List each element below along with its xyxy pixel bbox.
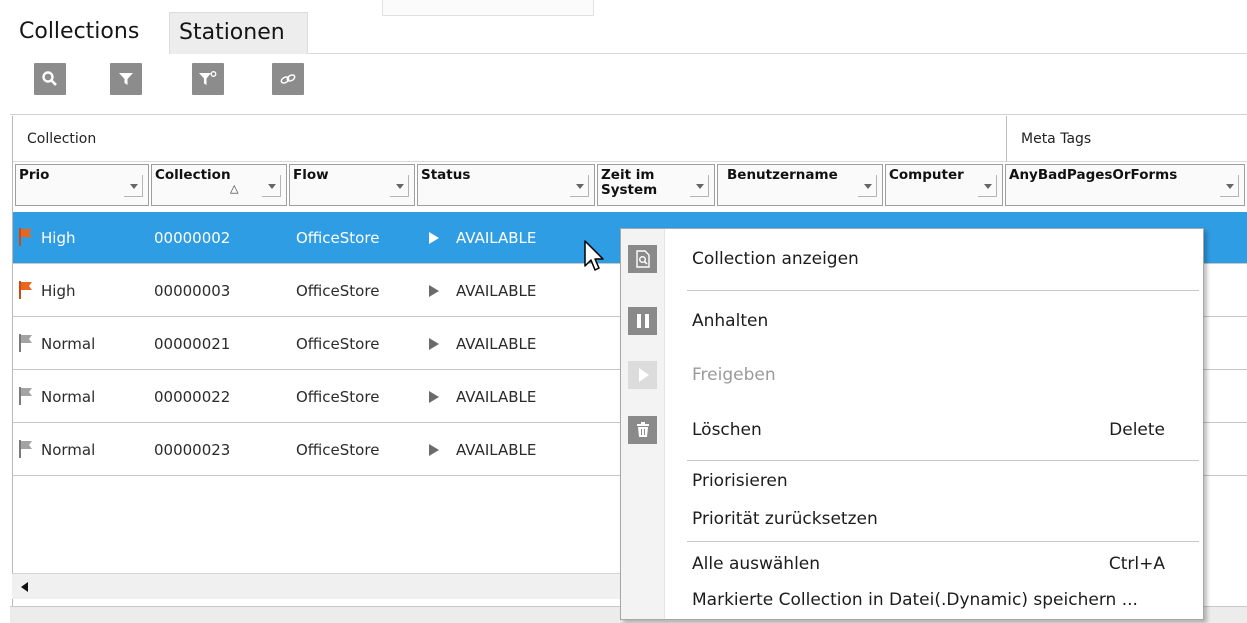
menu-item-shortcut: Ctrl+A [1108, 554, 1165, 574]
column-header-label: Status [421, 167, 471, 183]
pause-icon [628, 307, 657, 335]
tab-collections[interactable]: Collections [10, 12, 169, 54]
column-filter-dropdown[interactable] [858, 175, 877, 197]
cell-prio: High [41, 229, 76, 247]
link-button[interactable] [272, 63, 304, 95]
cell-status: AVAILABLE [456, 388, 537, 406]
cell-status: AVAILABLE [456, 282, 537, 300]
column-header-zeit-im-system[interactable]: Zeit im System [597, 164, 715, 206]
menu-item-alle-auswaehlen[interactable]: Alle auswählen Ctrl+A [621, 546, 1203, 582]
menu-item-label: Löschen [692, 420, 762, 440]
column-header-benutzername[interactable]: Benutzername [717, 164, 883, 206]
column-filter-dropdown[interactable] [124, 175, 143, 197]
menu-item-shortcut: Delete [1109, 420, 1165, 440]
column-filter-dropdown[interactable] [390, 175, 409, 197]
filter-settings-icon [199, 71, 217, 85]
cell-collection: 00000002 [154, 229, 231, 247]
trash-icon [628, 416, 657, 444]
toolbar [10, 55, 1247, 115]
flag-high-icon [19, 281, 32, 299]
cell-prio: Normal [41, 388, 96, 406]
group-header-meta-tags: Meta Tags [1007, 116, 1247, 162]
cell-collection: 00000022 [154, 388, 231, 406]
column-header-label: Zeit im System [601, 167, 658, 198]
column-header-label: AnyBadPagesOrForms [1009, 167, 1178, 183]
search-button[interactable] [34, 63, 66, 95]
menu-item-anhalten[interactable]: Anhalten [621, 294, 1203, 348]
flag-normal-icon [19, 334, 32, 352]
status-play-icon [429, 391, 439, 403]
column-filter-dropdown[interactable] [1220, 175, 1239, 197]
cell-collection: 00000023 [154, 441, 231, 459]
menu-item-loeschen[interactable]: Löschen Delete [621, 403, 1203, 457]
cell-status: AVAILABLE [456, 229, 537, 247]
column-filter-dropdown[interactable] [262, 175, 281, 197]
menu-item-label: Alle auswählen [692, 554, 821, 574]
search-icon [42, 71, 57, 86]
context-menu: Collection anzeigen Anhalten Freigeben L… [620, 228, 1204, 620]
cell-collection: 00000003 [154, 282, 231, 300]
filter-button[interactable] [110, 63, 142, 95]
menu-separator [687, 290, 1199, 291]
group-header-collection: Collection [13, 116, 1007, 162]
view-collection-icon [628, 245, 657, 273]
column-header-label: Collection [155, 167, 231, 183]
column-filter-dropdown[interactable] [978, 175, 997, 197]
cell-flow: OfficeStore [296, 282, 380, 300]
column-header-collection[interactable]: Collection △ [151, 164, 287, 206]
cell-prio: High [41, 282, 76, 300]
column-header-label: Benutzername [727, 167, 838, 183]
flag-normal-icon [19, 440, 32, 458]
cell-flow: OfficeStore [296, 229, 380, 247]
column-header-label: Flow [293, 167, 329, 183]
sort-ascending-icon: △ [230, 182, 239, 195]
column-header-label: Prio [19, 167, 50, 183]
cell-flow: OfficeStore [296, 335, 380, 353]
menu-item-markierte-collection-speichern[interactable]: Markierte Collection in Datei(.Dynamic) … [621, 582, 1203, 618]
flag-high-icon [19, 228, 32, 246]
cell-flow: OfficeStore [296, 441, 380, 459]
tab-stationen[interactable]: Stationen [169, 12, 308, 54]
menu-item-freigeben: Freigeben [621, 348, 1203, 402]
status-play-icon [429, 338, 439, 350]
menu-separator [687, 541, 1199, 542]
status-play-icon [429, 444, 439, 456]
cell-collection: 00000021 [154, 335, 231, 353]
status-play-icon [429, 285, 439, 297]
cell-flow: OfficeStore [296, 388, 380, 406]
menu-item-collection-anzeigen[interactable]: Collection anzeigen [621, 232, 1203, 286]
cell-status: AVAILABLE [456, 335, 537, 353]
menu-item-prioritaet-zuruecksetzen[interactable]: Priorität zurücksetzen [621, 501, 1203, 537]
arrow-left-icon [21, 582, 28, 592]
column-filter-dropdown[interactable] [690, 175, 709, 197]
play-icon [628, 361, 657, 389]
column-filter-dropdown[interactable] [570, 175, 589, 197]
cell-prio: Normal [41, 335, 96, 353]
column-header-label: Computer [889, 167, 964, 183]
column-header-anybadpagesorforms[interactable]: AnyBadPagesOrForms [1005, 164, 1245, 206]
menu-item-label: Markierte Collection in Datei(.Dynamic) … [692, 590, 1138, 610]
menu-item-label: Priorisieren [692, 471, 788, 491]
cell-status: AVAILABLE [456, 441, 537, 459]
flag-normal-icon [19, 387, 32, 405]
column-header-prio[interactable]: Prio [15, 164, 149, 206]
filter-settings-button[interactable] [192, 63, 224, 95]
column-header-flow[interactable]: Flow [289, 164, 415, 206]
tab-bar: Collections Stationen [10, 12, 1247, 54]
filter-icon [119, 73, 133, 85]
menu-item-label: Priorität zurücksetzen [692, 509, 878, 529]
mouse-pointer-icon [584, 240, 604, 271]
menu-item-label: Anhalten [692, 311, 769, 331]
link-icon [280, 74, 296, 84]
menu-item-label: Collection anzeigen [692, 249, 859, 269]
scroll-left-button[interactable] [16, 579, 34, 595]
status-play-icon [429, 232, 439, 244]
cell-prio: Normal [41, 441, 96, 459]
menu-item-priorisieren[interactable]: Priorisieren [621, 463, 1203, 499]
horizontal-scrollbar[interactable] [12, 573, 620, 599]
column-header-status[interactable]: Status [417, 164, 595, 206]
menu-item-label: Freigeben [692, 365, 776, 385]
column-header-computer[interactable]: Computer [885, 164, 1003, 206]
menu-separator [687, 460, 1199, 461]
